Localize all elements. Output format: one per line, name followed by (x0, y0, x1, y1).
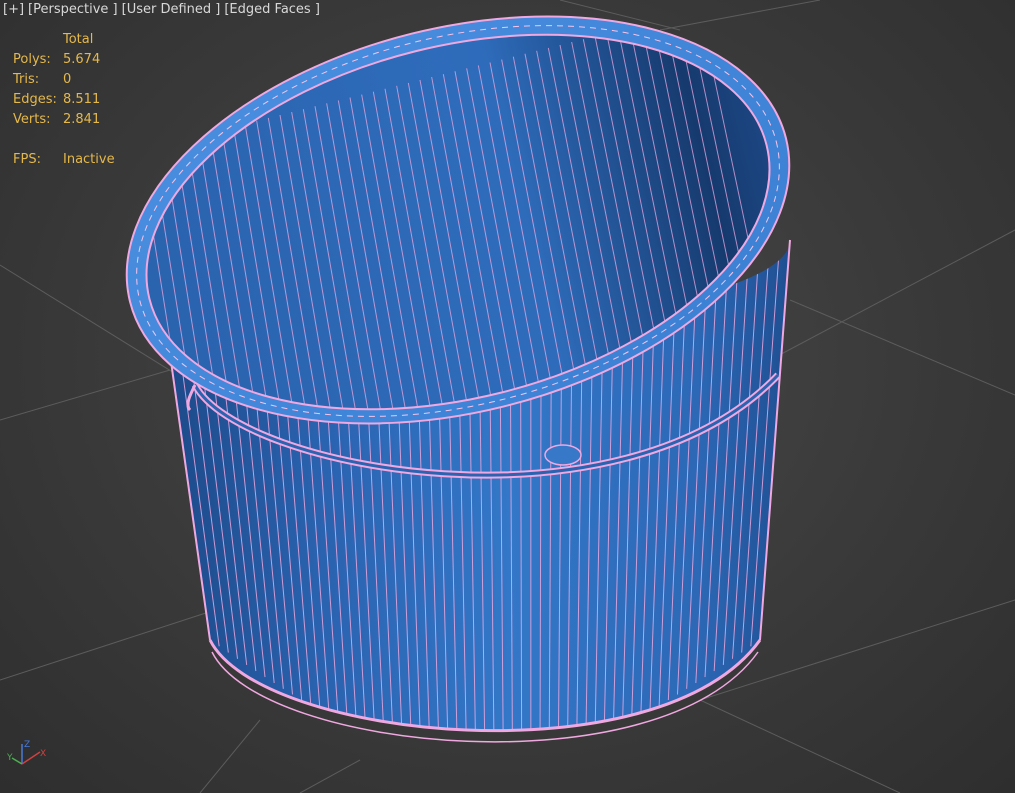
viewport-plus-menu[interactable]: [+] (3, 2, 24, 17)
polys-label: Polys: (13, 52, 51, 67)
axis-x-label: X (40, 749, 46, 759)
handle-mount (544, 444, 582, 466)
viewport-edged-faces-menu[interactable]: [Edged Faces ] (224, 2, 320, 17)
viewport-view-menu[interactable]: [Perspective ] (28, 2, 118, 17)
verts-value: 2.841 (63, 112, 101, 127)
verts-label: Verts: (13, 112, 51, 127)
edges-value: 8.511 (63, 92, 101, 107)
tris-label: Tris: (13, 72, 40, 87)
stats-header: Total (63, 32, 94, 47)
viewport-shading-menu[interactable]: [User Defined ] (122, 2, 221, 17)
fps-label: FPS: (13, 152, 41, 167)
viewport-label-menu: [+] [Perspective ] [User Defined ] [Edged F… (3, 2, 324, 17)
axis-y-label: Y (6, 753, 13, 763)
perspective-viewport[interactable]: [+] [Perspective ] [User Defined ] [Edged F… (0, 0, 1015, 793)
polys-value: 5.674 (63, 52, 101, 67)
edges-label: Edges: (13, 92, 57, 107)
axis-tripod-icon: Z X Y (6, 740, 46, 765)
viewport-scene[interactable] (0, 0, 1015, 793)
statistics-overlay: Total Polys: 5.674 Tris: 0 Edges: 8.511 Ver… (13, 30, 115, 170)
axis-z-label: Z (24, 740, 30, 750)
fps-value: Inactive (63, 152, 115, 167)
tris-value: 0 (63, 72, 72, 87)
